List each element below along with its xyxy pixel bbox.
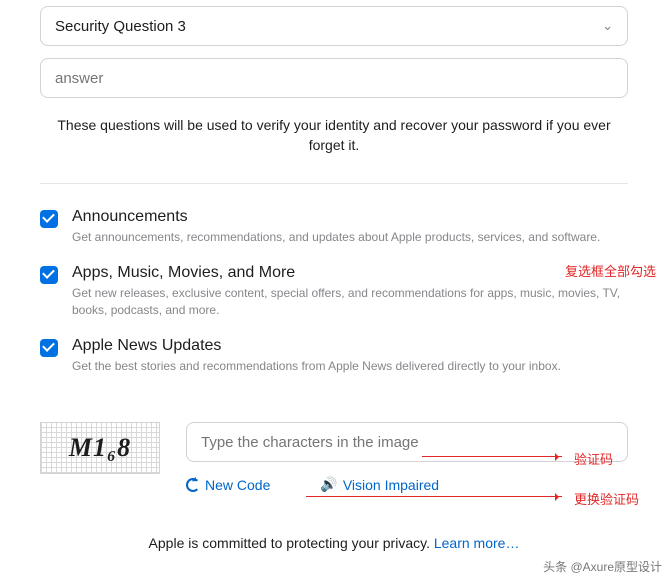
watermark: 头条 @Axure原型设计 (543, 558, 662, 575)
checkbox-announcements[interactable] (40, 210, 58, 228)
learn-more-link[interactable]: Learn more… (434, 535, 520, 551)
subscription-title: Apple News Updates (72, 337, 561, 355)
security-question-select[interactable]: Security Question 3 ⌄ (40, 6, 628, 46)
refresh-icon (186, 478, 200, 492)
annotation-arrow (306, 496, 562, 497)
subscription-item: Announcements Get announcements, recomme… (40, 208, 628, 246)
subscription-title: Apps, Music, Movies, and More (72, 264, 628, 282)
security-helper-text: These questions will be used to verify y… (40, 116, 628, 155)
vision-impaired-label: Vision Impaired (343, 477, 439, 493)
chevron-down-icon: ⌄ (602, 18, 613, 34)
subscription-item: Apple News Updates Get the best stories … (40, 337, 628, 375)
subscription-title: Announcements (72, 208, 600, 226)
subscription-desc: Get new releases, exclusive content, spe… (72, 285, 628, 319)
privacy-footer: Apple is committed to protecting your pr… (40, 535, 628, 551)
annotation-refresh: 更换验证码 (574, 489, 639, 508)
checkbox-apple-news[interactable] (40, 339, 58, 357)
new-code-label: New Code (205, 477, 270, 493)
new-code-button[interactable]: New Code (186, 476, 270, 493)
checkbox-apps-music[interactable] (40, 266, 58, 284)
subscription-desc: Get announcements, recommendations, and … (72, 229, 600, 246)
captcha-text-input[interactable] (201, 434, 613, 451)
subscription-item: Apps, Music, Movies, and More Get new re… (40, 264, 628, 319)
security-answer-input[interactable] (55, 70, 613, 87)
security-answer-field[interactable] (40, 58, 628, 98)
vision-impaired-button[interactable]: 🔊 Vision Impaired (320, 476, 439, 493)
footer-text: Apple is committed to protecting your pr… (149, 535, 434, 551)
annotation-arrow (422, 456, 562, 457)
sound-icon: 🔊 (320, 476, 337, 493)
security-question-label: Security Question 3 (55, 18, 186, 35)
captcha-code-text: M1₆8 (69, 433, 131, 463)
annotation-checkbox: 复选框全部勾选 (565, 261, 656, 280)
subscription-desc: Get the best stories and recommendations… (72, 358, 561, 375)
captcha-image: M1₆8 (40, 422, 160, 474)
annotation-captcha: 验证码 (574, 449, 613, 468)
section-divider (40, 183, 628, 184)
